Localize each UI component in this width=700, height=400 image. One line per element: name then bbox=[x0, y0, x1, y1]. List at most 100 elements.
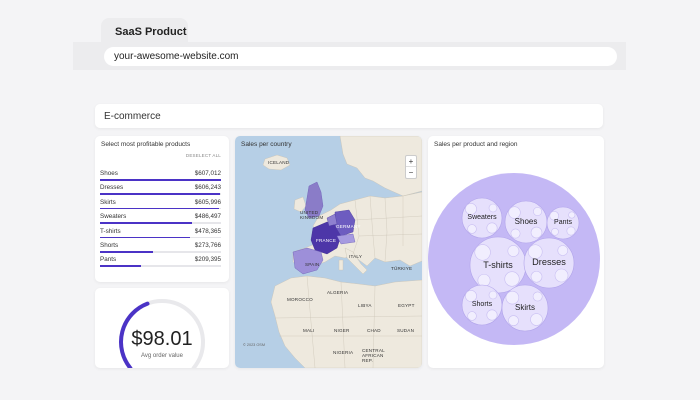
map-land-sardinia bbox=[338, 259, 344, 271]
sub-bubble bbox=[504, 271, 520, 287]
sub-bubble bbox=[474, 244, 491, 261]
product-value: $273,766 bbox=[194, 242, 221, 249]
map-card: Sales per country bbox=[235, 136, 422, 368]
map-canvas[interactable] bbox=[235, 136, 422, 368]
sub-bubble bbox=[554, 268, 569, 283]
sub-bubble bbox=[505, 290, 520, 305]
product-value: $478,365 bbox=[194, 227, 221, 235]
sub-bubble bbox=[566, 226, 576, 236]
product-bar bbox=[100, 236, 190, 239]
sub-bubble bbox=[488, 290, 498, 300]
sub-bubble bbox=[530, 270, 543, 283]
map-label-libya: LIBYA bbox=[358, 303, 372, 308]
product-row[interactable]: T-shirts $478,365 bbox=[100, 228, 221, 242]
map-label-chad: CHAD bbox=[367, 328, 381, 333]
product-value: $209,395 bbox=[194, 256, 221, 264]
zoom-in-button[interactable]: + bbox=[406, 156, 416, 167]
product-value: $486,497 bbox=[194, 213, 221, 221]
map-zoom-control: + − bbox=[405, 155, 417, 179]
product-bar-track bbox=[100, 222, 221, 224]
product-bar bbox=[100, 207, 220, 210]
map-title: Sales per country bbox=[241, 141, 292, 148]
product-row[interactable]: Shoes $607,012 bbox=[100, 170, 221, 184]
product-row[interactable]: Sweaters $486,497 bbox=[100, 213, 221, 227]
product-bar-track bbox=[100, 207, 221, 210]
sub-bubble bbox=[530, 226, 543, 239]
bubble-label: Sweaters bbox=[467, 213, 497, 221]
bubble-label: Shorts bbox=[471, 300, 493, 308]
product-name: Sweaters bbox=[100, 213, 127, 221]
product-name: Shoes bbox=[100, 170, 118, 177]
product-row[interactable]: Pants $209,395 bbox=[100, 256, 221, 270]
product-value: $606,243 bbox=[194, 184, 221, 192]
map-label-sudan: SUDAN bbox=[397, 328, 415, 333]
product-name: Skirts bbox=[100, 198, 116, 206]
map-label-france: FRANCE bbox=[316, 238, 337, 243]
map-label-car: CENTRAL AFRICAN REP. bbox=[362, 348, 385, 363]
product-row[interactable]: Dresses $606,243 bbox=[100, 184, 221, 198]
sub-bubble bbox=[530, 313, 543, 326]
section-title: E-commerce bbox=[95, 104, 603, 128]
product-bar-track bbox=[100, 179, 221, 181]
products-title: Select most profitable products bbox=[101, 141, 191, 148]
sub-bubble bbox=[532, 291, 543, 302]
browser-tab[interactable]: SaaS Product bbox=[101, 18, 188, 44]
bubble-label: Skirts bbox=[515, 303, 535, 313]
product-bar bbox=[100, 251, 154, 253]
map-label-italy: ITALY bbox=[349, 254, 363, 259]
product-name: Dresses bbox=[100, 184, 124, 192]
bubble-label: Shoes bbox=[514, 217, 538, 227]
sub-bubble bbox=[467, 224, 477, 234]
map-label-spain: SPAIN bbox=[305, 262, 320, 267]
map-label-mali: MALI bbox=[303, 328, 315, 333]
sub-bubble bbox=[557, 245, 569, 256]
map-label-niger: NIGER bbox=[334, 328, 350, 333]
product-value: $605,996 bbox=[194, 198, 221, 206]
sub-bubble bbox=[507, 245, 520, 257]
bubble-label: Pants bbox=[554, 218, 572, 226]
product-bar bbox=[100, 179, 221, 181]
sub-bubble bbox=[510, 228, 521, 239]
product-row[interactable]: Shorts $273,766 bbox=[100, 242, 221, 256]
gauge-label: Avg order value bbox=[141, 353, 183, 359]
product-bar bbox=[100, 193, 220, 195]
sub-bubble bbox=[551, 227, 559, 236]
sub-bubble bbox=[467, 311, 477, 321]
zoom-out-button[interactable]: − bbox=[406, 167, 416, 178]
map-label-nigeria: NIGERIA bbox=[333, 350, 354, 355]
product-bar-track bbox=[100, 251, 221, 253]
product-bar-track bbox=[100, 236, 221, 239]
product-row[interactable]: Skirts $605,996 bbox=[100, 199, 221, 213]
product-name: Shorts bbox=[100, 242, 119, 249]
bubble-label: Dresses bbox=[532, 257, 566, 268]
sub-bubble bbox=[533, 207, 543, 217]
map-label-algeria: ALGERIA bbox=[327, 290, 349, 295]
product-bar-track bbox=[100, 193, 221, 195]
product-bar bbox=[100, 265, 142, 267]
sub-bubble bbox=[568, 211, 576, 219]
product-name: T-shirts bbox=[100, 227, 121, 235]
map-label-turkiye: TÜRKIYE bbox=[391, 266, 413, 271]
map-credit: © 2023 OSM bbox=[243, 343, 266, 347]
sub-bubble bbox=[508, 315, 519, 327]
map-label-uk: UNITED KINGDOM bbox=[300, 210, 324, 220]
bubble-chart bbox=[428, 173, 600, 345]
map-label-germany: GERMANY bbox=[336, 224, 361, 229]
gauge-card: $98.01 Avg order value bbox=[95, 288, 229, 368]
map-label-egypt: EGYPT bbox=[398, 303, 415, 308]
gauge-value: $98.01 bbox=[131, 328, 193, 350]
sub-bubble bbox=[486, 222, 498, 234]
products-card: Select most profitable products DESELECT… bbox=[95, 136, 229, 282]
product-value: $607,012 bbox=[194, 170, 221, 177]
product-bar bbox=[100, 222, 192, 224]
url-field[interactable]: your-awesome-website.com bbox=[104, 47, 617, 66]
sub-bubble bbox=[486, 309, 498, 321]
sub-bubble bbox=[477, 273, 491, 287]
bubble-card: Sales per product and region Sweaters Sho… bbox=[428, 136, 604, 368]
sub-bubble bbox=[488, 203, 498, 213]
bubble-label: T-shirts bbox=[483, 259, 513, 270]
product-name: Pants bbox=[100, 256, 117, 264]
deselect-all-button[interactable]: DESELECT ALL bbox=[186, 153, 221, 158]
map-label-iceland: ICELAND bbox=[268, 160, 290, 165]
map-label-morocco: MOROCCO bbox=[287, 297, 313, 302]
